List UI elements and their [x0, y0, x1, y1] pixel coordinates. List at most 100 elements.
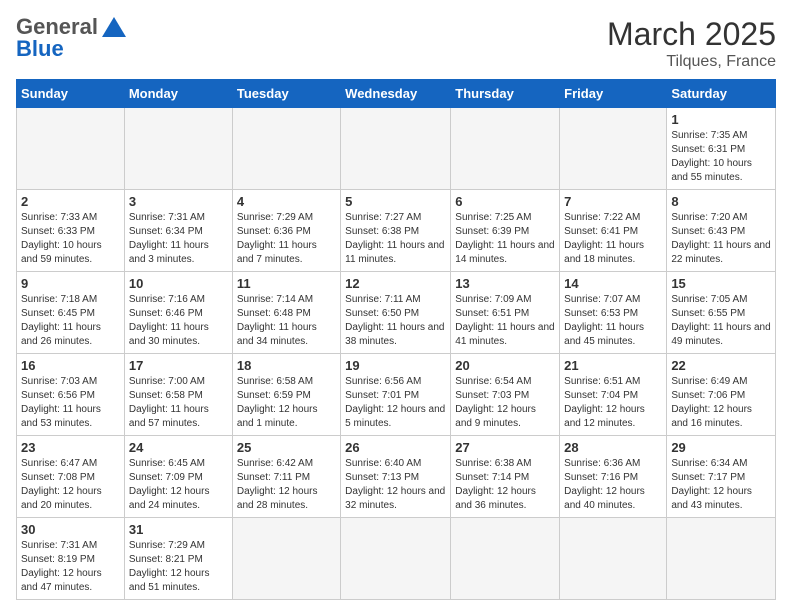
day-cell: 8 Sunrise: 7:20 AM Sunset: 6:43 PM Daylig…: [667, 190, 776, 272]
day-number: 11: [237, 276, 336, 291]
day-info: Sunrise: 7:31 AM Sunset: 6:34 PM Dayligh…: [129, 211, 228, 267]
day-cell: 29Sunrise: 6:34 AM Sunset: 7:17 PM Dayli…: [667, 436, 776, 518]
day-cell: [124, 108, 232, 190]
day-info: Sunrise: 6:36 AM Sunset: 7:16 PM Dayligh…: [564, 457, 662, 513]
day-info: Sunrise: 7:07 AM Sunset: 6:53 PM Dayligh…: [564, 293, 662, 349]
calendar-body: 1 Sunrise: 7:35 AM Sunset: 6:31 PM Daylig…: [17, 108, 776, 600]
day-number: 24: [129, 440, 228, 455]
day-number: 18: [237, 358, 336, 373]
title-area: March 2025 Tilques, France: [607, 16, 776, 71]
day-number: 7: [564, 194, 662, 209]
day-info: Sunrise: 7:31 AM Sunset: 8:19 PM Dayligh…: [21, 539, 120, 595]
day-cell: 31 Sunrise: 7:29 AM Sunset: 8:21 PM Dayli…: [124, 518, 232, 600]
day-number: 19: [345, 358, 446, 373]
day-number: 13: [455, 276, 555, 291]
day-cell: 24 Sunrise: 6:45 AM Sunset: 7:09 PM Dayli…: [124, 436, 232, 518]
day-info: Sunrise: 7:14 AM Sunset: 6:48 PM Dayligh…: [237, 293, 336, 349]
day-cell: 1 Sunrise: 7:35 AM Sunset: 6:31 PM Daylig…: [667, 108, 776, 190]
day-number: 31: [129, 522, 228, 537]
week-row-6: 30Sunrise: 7:31 AM Sunset: 8:19 PM Dayli…: [17, 518, 776, 600]
day-cell: 25 Sunrise: 6:42 AM Sunset: 7:11 PM Dayli…: [232, 436, 340, 518]
day-number: 25: [237, 440, 336, 455]
day-info: Sunrise: 6:42 AM Sunset: 7:11 PM Dayligh…: [237, 457, 336, 513]
day-number: 9: [21, 276, 120, 291]
day-cell: [17, 108, 125, 190]
day-number: 1: [671, 112, 771, 127]
location-title: Tilques, France: [607, 53, 776, 71]
day-info: Sunrise: 7:29 AM Sunset: 8:21 PM Dayligh…: [129, 539, 228, 595]
day-cell: 18 Sunrise: 6:58 AM Sunset: 6:59 PM Dayli…: [232, 354, 340, 436]
day-cell: 13Sunrise: 7:09 AM Sunset: 6:51 PM Dayli…: [451, 272, 560, 354]
day-number: 3: [129, 194, 228, 209]
day-info: Sunrise: 7:35 AM Sunset: 6:31 PM Dayligh…: [671, 129, 771, 185]
day-number: 8: [671, 194, 771, 209]
day-cell: 23 Sunrise: 6:47 AM Sunset: 7:08 PM Dayli…: [17, 436, 125, 518]
day-number: 16: [21, 358, 120, 373]
day-info: Sunrise: 6:34 AM Sunset: 7:17 PM Dayligh…: [671, 457, 771, 513]
day-cell: 20Sunrise: 6:54 AM Sunset: 7:03 PM Dayli…: [451, 354, 560, 436]
week-row-2: 2Sunrise: 7:33 AM Sunset: 6:33 PM Daylig…: [17, 190, 776, 272]
day-cell: 16Sunrise: 7:03 AM Sunset: 6:56 PM Dayli…: [17, 354, 125, 436]
day-cell: 19 Sunrise: 6:56 AM Sunset: 7:01 PM Dayli…: [341, 354, 451, 436]
day-cell: 11 Sunrise: 7:14 AM Sunset: 6:48 PM Dayli…: [232, 272, 340, 354]
column-header-monday: Monday: [124, 80, 232, 108]
day-info: Sunrise: 6:45 AM Sunset: 7:09 PM Dayligh…: [129, 457, 228, 513]
week-row-3: 9Sunrise: 7:18 AM Sunset: 6:45 PM Daylig…: [17, 272, 776, 354]
day-cell: 15Sunrise: 7:05 AM Sunset: 6:55 PM Dayli…: [667, 272, 776, 354]
day-info: Sunrise: 6:49 AM Sunset: 7:06 PM Dayligh…: [671, 375, 771, 431]
day-info: Sunrise: 7:25 AM Sunset: 6:39 PM Dayligh…: [455, 211, 555, 267]
day-cell: 4Sunrise: 7:29 AM Sunset: 6:36 PM Daylig…: [232, 190, 340, 272]
day-cell: 7 Sunrise: 7:22 AM Sunset: 6:41 PM Daylig…: [560, 190, 667, 272]
column-header-thursday: Thursday: [451, 80, 560, 108]
day-info: Sunrise: 7:11 AM Sunset: 6:50 PM Dayligh…: [345, 293, 446, 349]
day-info: Sunrise: 6:58 AM Sunset: 6:59 PM Dayligh…: [237, 375, 336, 431]
day-info: Sunrise: 6:56 AM Sunset: 7:01 PM Dayligh…: [345, 375, 446, 431]
header-row: SundayMondayTuesdayWednesdayThursdayFrid…: [17, 80, 776, 108]
day-cell: 5Sunrise: 7:27 AM Sunset: 6:38 PM Daylig…: [341, 190, 451, 272]
day-info: Sunrise: 7:22 AM Sunset: 6:41 PM Dayligh…: [564, 211, 662, 267]
week-row-5: 23 Sunrise: 6:47 AM Sunset: 7:08 PM Dayli…: [17, 436, 776, 518]
day-number: 26: [345, 440, 446, 455]
day-cell: 2Sunrise: 7:33 AM Sunset: 6:33 PM Daylig…: [17, 190, 125, 272]
day-cell: 12Sunrise: 7:11 AM Sunset: 6:50 PM Dayli…: [341, 272, 451, 354]
day-info: Sunrise: 7:20 AM Sunset: 6:43 PM Dayligh…: [671, 211, 771, 267]
day-number: 28: [564, 440, 662, 455]
day-cell: 22 Sunrise: 6:49 AM Sunset: 7:06 PM Dayli…: [667, 354, 776, 436]
day-number: 10: [129, 276, 228, 291]
day-number: 6: [455, 194, 555, 209]
day-cell: 30Sunrise: 7:31 AM Sunset: 8:19 PM Dayli…: [17, 518, 125, 600]
column-header-tuesday: Tuesday: [232, 80, 340, 108]
day-info: Sunrise: 7:00 AM Sunset: 6:58 PM Dayligh…: [129, 375, 228, 431]
day-cell: [341, 518, 451, 600]
logo-general-text: General: [16, 16, 98, 38]
day-cell: [232, 108, 340, 190]
day-number: 22: [671, 358, 771, 373]
day-cell: [451, 518, 560, 600]
day-number: 14: [564, 276, 662, 291]
column-header-sunday: Sunday: [17, 80, 125, 108]
day-info: Sunrise: 7:33 AM Sunset: 6:33 PM Dayligh…: [21, 211, 120, 267]
day-number: 23: [21, 440, 120, 455]
day-cell: [560, 108, 667, 190]
day-info: Sunrise: 6:40 AM Sunset: 7:13 PM Dayligh…: [345, 457, 446, 513]
column-header-friday: Friday: [560, 80, 667, 108]
day-info: Sunrise: 7:16 AM Sunset: 6:46 PM Dayligh…: [129, 293, 228, 349]
day-cell: [341, 108, 451, 190]
week-row-1: 1 Sunrise: 7:35 AM Sunset: 6:31 PM Daylig…: [17, 108, 776, 190]
calendar-header: SundayMondayTuesdayWednesdayThursdayFrid…: [17, 80, 776, 108]
day-info: Sunrise: 6:38 AM Sunset: 7:14 PM Dayligh…: [455, 457, 555, 513]
day-cell: 17Sunrise: 7:00 AM Sunset: 6:58 PM Dayli…: [124, 354, 232, 436]
day-number: 21: [564, 358, 662, 373]
day-cell: [560, 518, 667, 600]
day-number: 4: [237, 194, 336, 209]
day-number: 5: [345, 194, 446, 209]
day-cell: 27Sunrise: 6:38 AM Sunset: 7:14 PM Dayli…: [451, 436, 560, 518]
calendar-table: SundayMondayTuesdayWednesdayThursdayFrid…: [16, 79, 776, 600]
column-header-saturday: Saturday: [667, 80, 776, 108]
logo: General Blue: [16, 16, 126, 60]
day-info: Sunrise: 7:05 AM Sunset: 6:55 PM Dayligh…: [671, 293, 771, 349]
day-info: Sunrise: 6:47 AM Sunset: 7:08 PM Dayligh…: [21, 457, 120, 513]
day-cell: 10 Sunrise: 7:16 AM Sunset: 6:46 PM Dayli…: [124, 272, 232, 354]
month-title: March 2025: [607, 16, 776, 53]
week-row-4: 16Sunrise: 7:03 AM Sunset: 6:56 PM Dayli…: [17, 354, 776, 436]
